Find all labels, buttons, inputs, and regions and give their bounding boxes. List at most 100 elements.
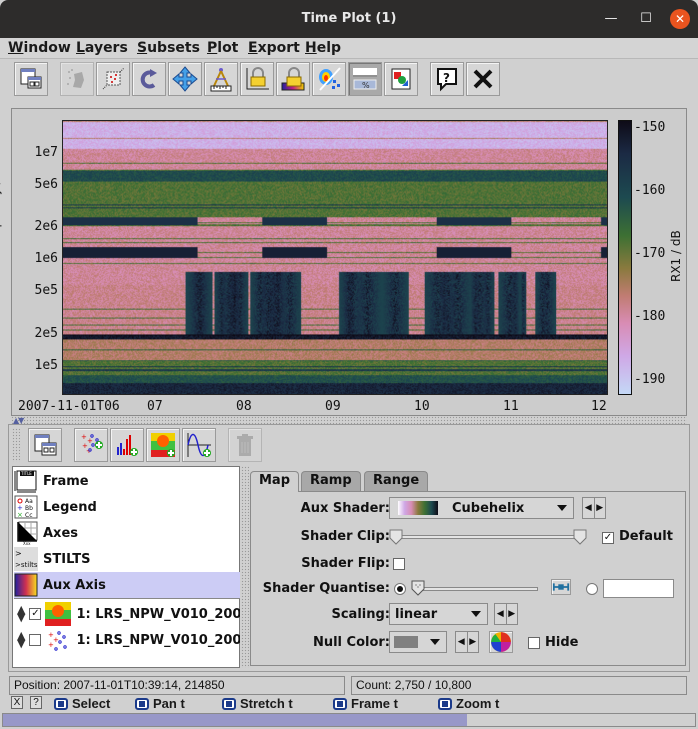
data-layer-item[interactable]: ▲▼ +++ 1: LRS_NPW_V010_20071: [14, 627, 240, 653]
draw-subset-button[interactable]: [96, 62, 130, 96]
layer-label: Aux Axis: [43, 577, 106, 593]
layer-item-frame[interactable]: TITLE Frame: [14, 468, 240, 494]
layer-label: 1: LRS_NPW_V010_20071: [76, 606, 240, 622]
menu-subsets[interactable]: Subsets: [137, 40, 200, 56]
tab-ramp[interactable]: Ramp: [301, 471, 361, 491]
scaling-value: linear: [395, 606, 438, 622]
color-chooser-button[interactable]: [489, 631, 513, 653]
prev-arrow-icon[interactable]: ◀: [583, 498, 595, 518]
menu-plot[interactable]: Plot: [207, 40, 238, 56]
panel-splitter[interactable]: [11, 416, 687, 424]
progress-bar: [2, 713, 696, 727]
menu-layers[interactable]: Layers: [76, 40, 128, 56]
window-title: Time Plot (1): [301, 11, 397, 26]
shader-quantise-thumb[interactable]: [411, 580, 425, 596]
scaling-label: Scaling:: [331, 607, 390, 622]
replot-button[interactable]: [132, 62, 166, 96]
svg-text:TITLE: TITLE: [20, 471, 32, 476]
shader-flip-checkbox[interactable]: [393, 558, 405, 570]
menu-export[interactable]: Export: [248, 40, 300, 56]
drag-handle-icon[interactable]: ▲ ▼: [17, 604, 25, 623]
add-histogram-layer-button[interactable]: [110, 428, 144, 462]
mouse-button-icon: [222, 697, 236, 710]
default-checkbox[interactable]: ✓: [602, 532, 614, 544]
export-image-button[interactable]: [384, 62, 418, 96]
prev-arrow-icon[interactable]: ◀: [456, 632, 468, 652]
modebar-help-button[interactable]: ?: [30, 696, 42, 709]
shader-clip-low-thumb[interactable]: [389, 529, 403, 545]
vertical-splitter[interactable]: [241, 466, 249, 668]
prev-arrow-icon[interactable]: ◀: [495, 604, 507, 624]
mouse-button-icon: [333, 697, 347, 710]
quantise-reset-button[interactable]: [551, 579, 571, 595]
y-tick-label: 1e5: [34, 358, 58, 373]
menu-help[interactable]: Help: [305, 40, 341, 56]
add-scatter-layer-button[interactable]: + + + +: [74, 428, 108, 462]
delete-layer-button[interactable]: [228, 428, 262, 462]
toolbar-grip[interactable]: [12, 428, 20, 462]
plot-window-button[interactable]: [28, 428, 62, 462]
add-spectrogram-layer-button[interactable]: [146, 428, 180, 462]
default-label: Default: [619, 529, 673, 544]
x-tick-label: 11: [503, 399, 519, 414]
tab-map[interactable]: Map: [250, 471, 300, 492]
drag-handle-icon[interactable]: ▲ ▼: [17, 630, 25, 649]
null-color-select[interactable]: [389, 631, 447, 653]
y-tick-label: 5e5: [34, 283, 58, 298]
quantise-slider-radio[interactable]: [394, 583, 406, 595]
scaling-stepper[interactable]: ◀ ▶: [494, 603, 518, 625]
move-arrows-icon: [172, 66, 198, 92]
shader-quantise-slider[interactable]: [414, 587, 538, 591]
chevron-down-icon: [557, 505, 567, 511]
subset-from-region-button[interactable]: [60, 62, 94, 96]
hide-null-checkbox[interactable]: [528, 637, 540, 649]
spectrogram-plot[interactable]: [62, 120, 608, 395]
aux-shader-select[interactable]: Cubehelix: [389, 497, 574, 519]
layer-visible-checkbox[interactable]: [29, 634, 42, 646]
layer-item-aux-axis[interactable]: Aux Axis: [14, 572, 240, 598]
quantise-text-radio[interactable]: [586, 583, 598, 595]
layer-item-legend[interactable]: Aa + Bb × Cc Legend: [14, 494, 240, 520]
data-layer-item[interactable]: ▲▼ ✓ 1: LRS_NPW_V010_20071: [14, 601, 240, 627]
y-tick-label: 2e5: [34, 326, 58, 341]
shader-clip-high-thumb[interactable]: [573, 529, 587, 545]
shader-swatch: [398, 501, 438, 515]
position-status: Position: 2007-11-01T10:39:14, 214850: [9, 676, 345, 695]
null-color-stepper[interactable]: ◀ ▶: [455, 631, 479, 653]
layer-item-axes[interactable]: Xxx Axes: [14, 520, 240, 546]
window-layout-button[interactable]: [14, 62, 48, 96]
maximize-button[interactable]: ☐: [636, 9, 656, 29]
axis-lock-button[interactable]: [240, 62, 274, 96]
sketch-mode-button[interactable]: [312, 62, 346, 96]
next-arrow-icon[interactable]: ▶: [468, 632, 479, 652]
minimize-button[interactable]: —: [601, 9, 621, 29]
layer-item-stilts[interactable]: > >stilts STILTS: [14, 546, 240, 572]
svg-text:×: ×: [17, 511, 23, 519]
add-function-layer-button[interactable]: [182, 428, 216, 462]
colorbar-tick-label: -180: [634, 309, 666, 324]
reset-view-button[interactable]: [168, 62, 202, 96]
legend-icon: Aa+ Bb× Cc: [14, 495, 38, 519]
axis-lock-icon: [246, 67, 269, 90]
mode-pan: Pan t: [135, 696, 185, 711]
close-modebar-button[interactable]: X: [11, 696, 23, 709]
progress-bar-toggle-button[interactable]: %: [348, 62, 382, 96]
next-arrow-icon[interactable]: ▶: [507, 604, 518, 624]
aux-lock-icon: [281, 67, 305, 91]
aux-lock-button[interactable]: [276, 62, 310, 96]
menu-window[interactable]: Window: [8, 40, 71, 56]
close-button[interactable]: ✕: [670, 9, 690, 29]
scaling-select[interactable]: linear: [389, 603, 488, 625]
navigation-settings-button[interactable]: [204, 62, 238, 96]
close-window-button[interactable]: [466, 62, 500, 96]
x-tick-label: 07: [147, 399, 163, 414]
aux-shader-stepper[interactable]: ◀ ▶: [582, 497, 606, 519]
quantise-text-field[interactable]: [603, 579, 674, 598]
shader-clip-slider[interactable]: [396, 535, 582, 539]
tab-range[interactable]: Range: [364, 471, 429, 491]
fit-width-icon: [552, 583, 570, 591]
layer-visible-checkbox[interactable]: ✓: [29, 608, 42, 620]
next-arrow-icon[interactable]: ▶: [595, 498, 606, 518]
shader-flip-label: Shader Flip:: [301, 556, 390, 571]
help-button[interactable]: ?: [430, 62, 464, 96]
